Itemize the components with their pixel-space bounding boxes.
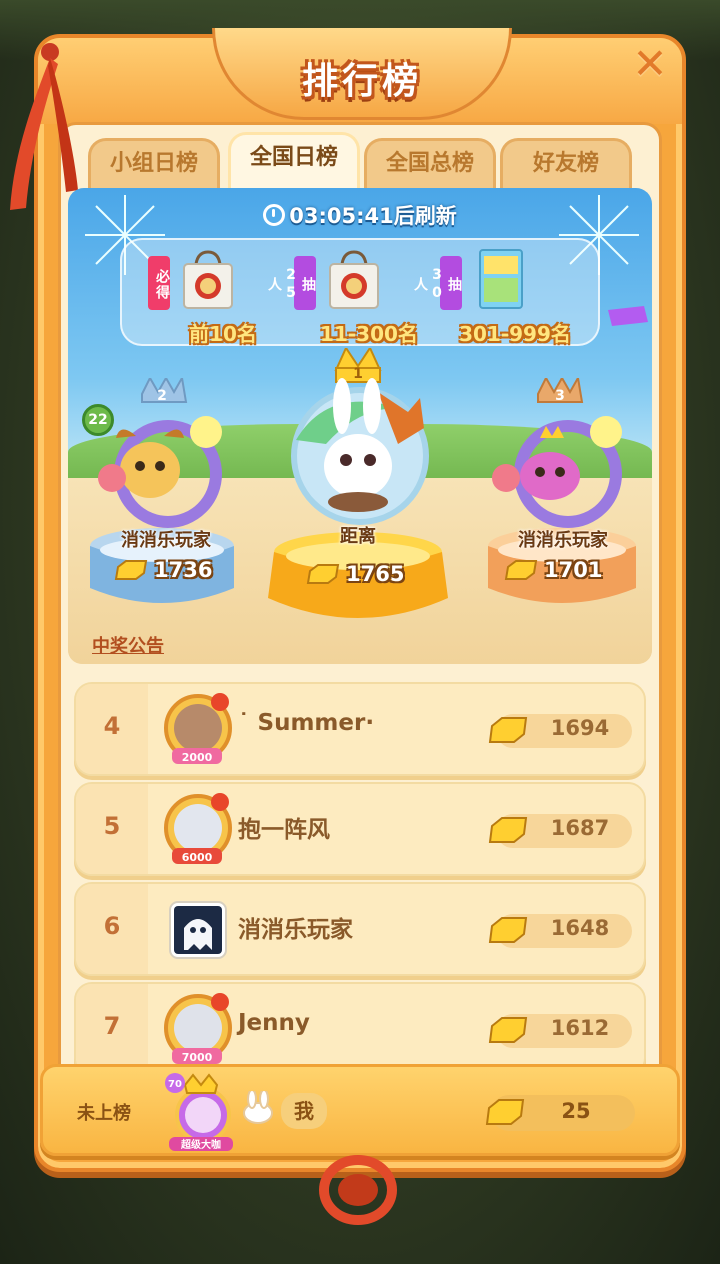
gold-bar-icon [306, 564, 340, 584]
svg-text:1: 1 [353, 366, 363, 382]
player-name: 抱一阵风 [238, 817, 330, 843]
list-item[interactable]: 7 7000 Jenny 1612 [74, 982, 646, 1076]
tab-bar: 小组日榜 全国日榜 全国总榜 好友榜 [52, 132, 636, 188]
my-rank-bar[interactable]: 未上榜 超级大咖 70 我 25 [40, 1064, 680, 1156]
score-value: 1765 [346, 562, 405, 586]
player-name: Jenny [238, 1010, 310, 1036]
title-badge: 超级大咖 [180, 1138, 221, 1151]
purple-streamer [608, 306, 648, 326]
gold-bar-icon [488, 1017, 528, 1043]
tote-bag-icon [329, 250, 379, 309]
bunny-icon [243, 1091, 273, 1124]
tab-national-total[interactable]: 全国总榜 [364, 138, 496, 188]
avatar: 7000 [164, 993, 232, 1064]
score-value: 1612 [550, 1016, 610, 1040]
score-value: 25 [561, 1099, 591, 1123]
score-value: 1701 [544, 558, 603, 582]
podium-first: 1 [268, 348, 448, 618]
svg-text:2: 2 [157, 388, 167, 404]
rank-number: 4 [103, 712, 121, 740]
list-item[interactable]: 5 6000 抱一阵风 1687 [74, 782, 646, 876]
podium-third: 3 [488, 378, 636, 603]
page-title: 排行榜 [301, 61, 422, 102]
my-rank-status: 未上榜 [77, 1103, 131, 1124]
podium-banner: 03:05:41后刷新 必得 前10名 抽25人 11-300名 抽30人 30… [68, 188, 652, 664]
podium-first-score: 1765 [306, 562, 404, 586]
frame-badge: 2000 [182, 751, 213, 764]
prize-tag: 抽25人 [266, 256, 316, 310]
podium-third-score: 1701 [504, 558, 602, 582]
prize-rank: 301-999名 [459, 322, 571, 346]
prize-top10[interactable]: 必得 前10名 [148, 248, 298, 346]
frame-badge: 6000 [182, 851, 213, 864]
gold-bar-icon [114, 560, 148, 580]
player-name: 消消乐玩家 [238, 917, 353, 943]
score-pill: 1612 [488, 1014, 632, 1048]
prize-11-300[interactable]: 抽25人 11-300名 [266, 248, 444, 346]
prize-301-999[interactable]: 抽30人 301-999名 [412, 248, 590, 346]
tab-friends[interactable]: 好友榜 [500, 138, 632, 188]
gold-bar-icon [488, 817, 528, 843]
ribbon-knot-decoration [319, 1155, 397, 1225]
frame-badge: 7000 [182, 1051, 213, 1064]
list-item[interactable]: 6 消消乐玩家 1648 [74, 882, 646, 976]
level-badge: 70 [168, 1079, 182, 1090]
gold-bar-icon [504, 560, 538, 580]
prize-rank: 前10名 [189, 322, 257, 346]
gold-bar-icon [485, 1099, 525, 1125]
podium-first-name: 距离 [340, 526, 376, 547]
my-name: 我 [281, 1093, 327, 1129]
rank-number: 5 [103, 812, 121, 840]
score-value: 1687 [550, 816, 610, 840]
avatar [169, 901, 227, 959]
prize-tag: 抽30人 [412, 256, 462, 310]
gold-bar-icon [488, 717, 528, 743]
timer-text: 03:05:41后刷新 [289, 204, 457, 228]
podium-third-name: 消消乐玩家 [518, 530, 608, 551]
tab-national-daily[interactable]: 全国日榜 [228, 132, 360, 188]
podium-second-name: 消消乐玩家 [121, 530, 211, 551]
prize-rank: 11-300名 [320, 322, 418, 346]
clock-icon [263, 204, 286, 226]
svg-text:3: 3 [555, 388, 565, 404]
list-item[interactable]: 4 2000 ˙ Summer· 1694 [74, 682, 646, 776]
score-pill: 25 [485, 1095, 635, 1131]
score-value: 1648 [550, 916, 610, 940]
book-icon [479, 249, 523, 309]
score-pill: 1694 [488, 714, 632, 748]
close-button[interactable]: ✕ [630, 43, 670, 85]
score-value: 1736 [154, 558, 213, 582]
tab-group-daily[interactable]: 小组日榜 [88, 138, 220, 188]
avatar: 6000 [164, 793, 232, 864]
prize-tag: 必得 [148, 256, 170, 310]
player-name: ˙ Summer· [238, 710, 375, 736]
score-pill: 1648 [488, 914, 632, 948]
level-badge: 22 [82, 404, 114, 436]
prize-box[interactable]: 必得 前10名 抽25人 11-300名 抽30人 301-999名 [120, 238, 600, 346]
rank-number: 6 [103, 912, 121, 940]
gold-bar-icon [488, 917, 528, 943]
avatar: 超级大咖 70 [165, 1073, 233, 1151]
score-pill: 1687 [488, 814, 632, 848]
avatar: 2000 [164, 693, 232, 764]
winner-notice-link[interactable]: 中奖公告 [92, 632, 164, 658]
podium-second-score: 1736 [114, 558, 212, 582]
score-value: 1694 [550, 716, 610, 740]
refresh-timer: 03:05:41后刷新 [68, 200, 652, 230]
rank-number: 7 [103, 1012, 121, 1040]
tote-bag-icon [183, 250, 233, 309]
